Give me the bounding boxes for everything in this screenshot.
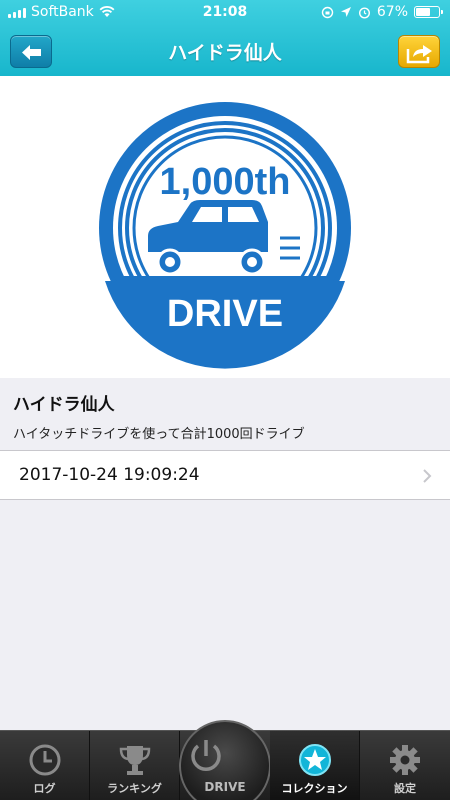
tab-log-label: ログ [33, 782, 56, 795]
badge-area: 1,000th DRIVE [0, 76, 450, 378]
page-title: ハイドラ仙人 [168, 42, 282, 64]
record-datetime: 2017-10-24 19:09:24 [19, 465, 200, 485]
battery-percent: 67% [376, 4, 408, 20]
status-right: 67% [321, 4, 443, 20]
tab-drive[interactable]: DRIVE [179, 720, 271, 800]
gear-icon [390, 745, 420, 775]
tab-settings[interactable]: 設定 [360, 731, 450, 800]
nav-bar: ハイドラ仙人 [0, 26, 450, 76]
trophy-icon [119, 746, 150, 775]
alarm-icon [358, 6, 370, 19]
clock-icon [29, 744, 60, 776]
power-icon [191, 740, 221, 771]
share-icon [406, 45, 432, 64]
app-header: SoftBank 21:08 67% ハイドラ仙人 [0, 0, 450, 76]
badge-top-text: 1,000th [160, 161, 291, 203]
record-row[interactable]: 2017-10-24 19:09:24 [0, 450, 450, 500]
achievement-title: ハイドラ仙人 [13, 395, 115, 415]
tab-ranking[interactable]: ランキング [90, 731, 180, 800]
achievement-description: ハイタッチドライブを使って合計1000回ドライブ [13, 427, 305, 442]
tab-collection[interactable]: コレクション [270, 731, 360, 800]
status-bar: SoftBank 21:08 67% [0, 0, 450, 26]
badge-bottom-text: DRIVE [167, 293, 283, 335]
rotation-lock-icon [321, 6, 334, 18]
tab-bar: ログ ランキング DRIVE コレクション 設定 [0, 720, 450, 800]
achievement-badge: 1,000th DRIVE [99, 102, 351, 369]
tab-collection-label: コレクション [281, 782, 348, 795]
tab-drive-label: DRIVE [204, 780, 246, 794]
tab-ranking-label: ランキング [107, 782, 162, 795]
star-icon [298, 744, 331, 776]
location-icon [340, 7, 351, 17]
chevron-right-icon [423, 469, 432, 483]
achievement-info: ハイドラ仙人 ハイタッチドライブを使って合計1000回ドライブ [0, 378, 450, 450]
drive-button[interactable]: DRIVE [179, 720, 271, 800]
share-button[interactable] [398, 35, 440, 68]
tab-settings-label: 設定 [394, 782, 416, 795]
tab-log[interactable]: ログ [0, 731, 90, 800]
battery-icon [414, 6, 443, 18]
